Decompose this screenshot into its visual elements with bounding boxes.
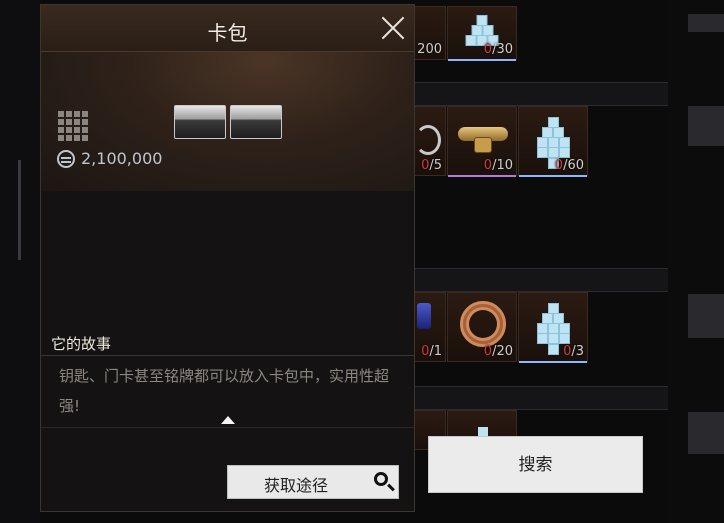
divider xyxy=(41,427,414,428)
currency-icon xyxy=(57,149,75,168)
row-divider xyxy=(412,82,668,106)
slot-count: 0/30 xyxy=(483,42,513,57)
material-slot[interactable]: 0/30 xyxy=(447,6,517,61)
collapse-arrow-icon[interactable] xyxy=(221,416,235,424)
slot-count: 0/3 xyxy=(563,344,584,359)
right-slot[interactable] xyxy=(688,106,724,146)
material-slot[interactable]: 0/1 xyxy=(412,292,446,362)
blue-cubes-icon xyxy=(465,15,499,46)
material-slot[interactable]: 0/3 xyxy=(518,292,588,363)
card-title-bar: 卡包 xyxy=(41,5,414,52)
scroll-track[interactable] xyxy=(18,160,21,260)
material-slot[interactable]: 0/5 xyxy=(412,106,446,176)
story-divider xyxy=(41,355,414,356)
right-slot[interactable] xyxy=(688,412,724,454)
slot-count: 0/1 xyxy=(421,344,442,359)
item-title: 卡包 xyxy=(207,21,248,45)
source-button-label: 获取途径 xyxy=(264,476,329,495)
ring-icon xyxy=(415,125,441,155)
copper-wire-icon xyxy=(460,301,506,347)
slot-count: 0/5 xyxy=(421,158,442,173)
acquisition-source-button[interactable]: 获取途径 xyxy=(227,465,399,499)
right-slot[interactable] xyxy=(688,294,724,338)
row-divider xyxy=(412,386,668,410)
close-button[interactable] xyxy=(380,15,406,41)
slot-count: 0/60 xyxy=(554,158,584,173)
price-value: 2,100,000 xyxy=(81,149,163,168)
search-icon xyxy=(374,472,388,486)
blue-cubes-icon xyxy=(536,303,570,355)
material-slot[interactable]: 0/60 xyxy=(518,106,588,177)
story-title: 它的故事 xyxy=(51,335,112,353)
slot-count: 0/10 xyxy=(483,158,513,173)
left-rail xyxy=(0,0,40,523)
story-text: 钥匙、门卡甚至铭牌都可以放入卡包中，实用性超强! xyxy=(59,367,390,415)
right-slot[interactable] xyxy=(688,14,724,32)
slot-count: 200 xyxy=(417,42,442,57)
search-button[interactable]: 搜索 xyxy=(428,436,643,493)
item-detail-card: 卡包 2,100,000 它的故事 钥匙、门卡甚至铭牌都可以放入卡包中，实用性超… xyxy=(40,4,415,512)
row-divider xyxy=(412,268,668,292)
gem-icon xyxy=(417,303,431,329)
item-header: 卡包 2,100,000 xyxy=(41,5,414,192)
material-slot[interactable]: 0/10 xyxy=(447,106,517,177)
item-body: 它的故事 钥匙、门卡甚至铭牌都可以放入卡包中，实用性超强! 获取途径 xyxy=(41,191,414,511)
material-slot[interactable]: 0/20 xyxy=(447,292,517,362)
slot-count: 0/20 xyxy=(483,344,513,359)
grid-size-icon xyxy=(57,109,89,141)
blue-cubes-icon xyxy=(536,117,570,169)
card-case-image xyxy=(174,105,284,139)
item-price: 2,100,000 xyxy=(57,149,162,168)
material-slot[interactable]: 200 xyxy=(412,6,446,60)
